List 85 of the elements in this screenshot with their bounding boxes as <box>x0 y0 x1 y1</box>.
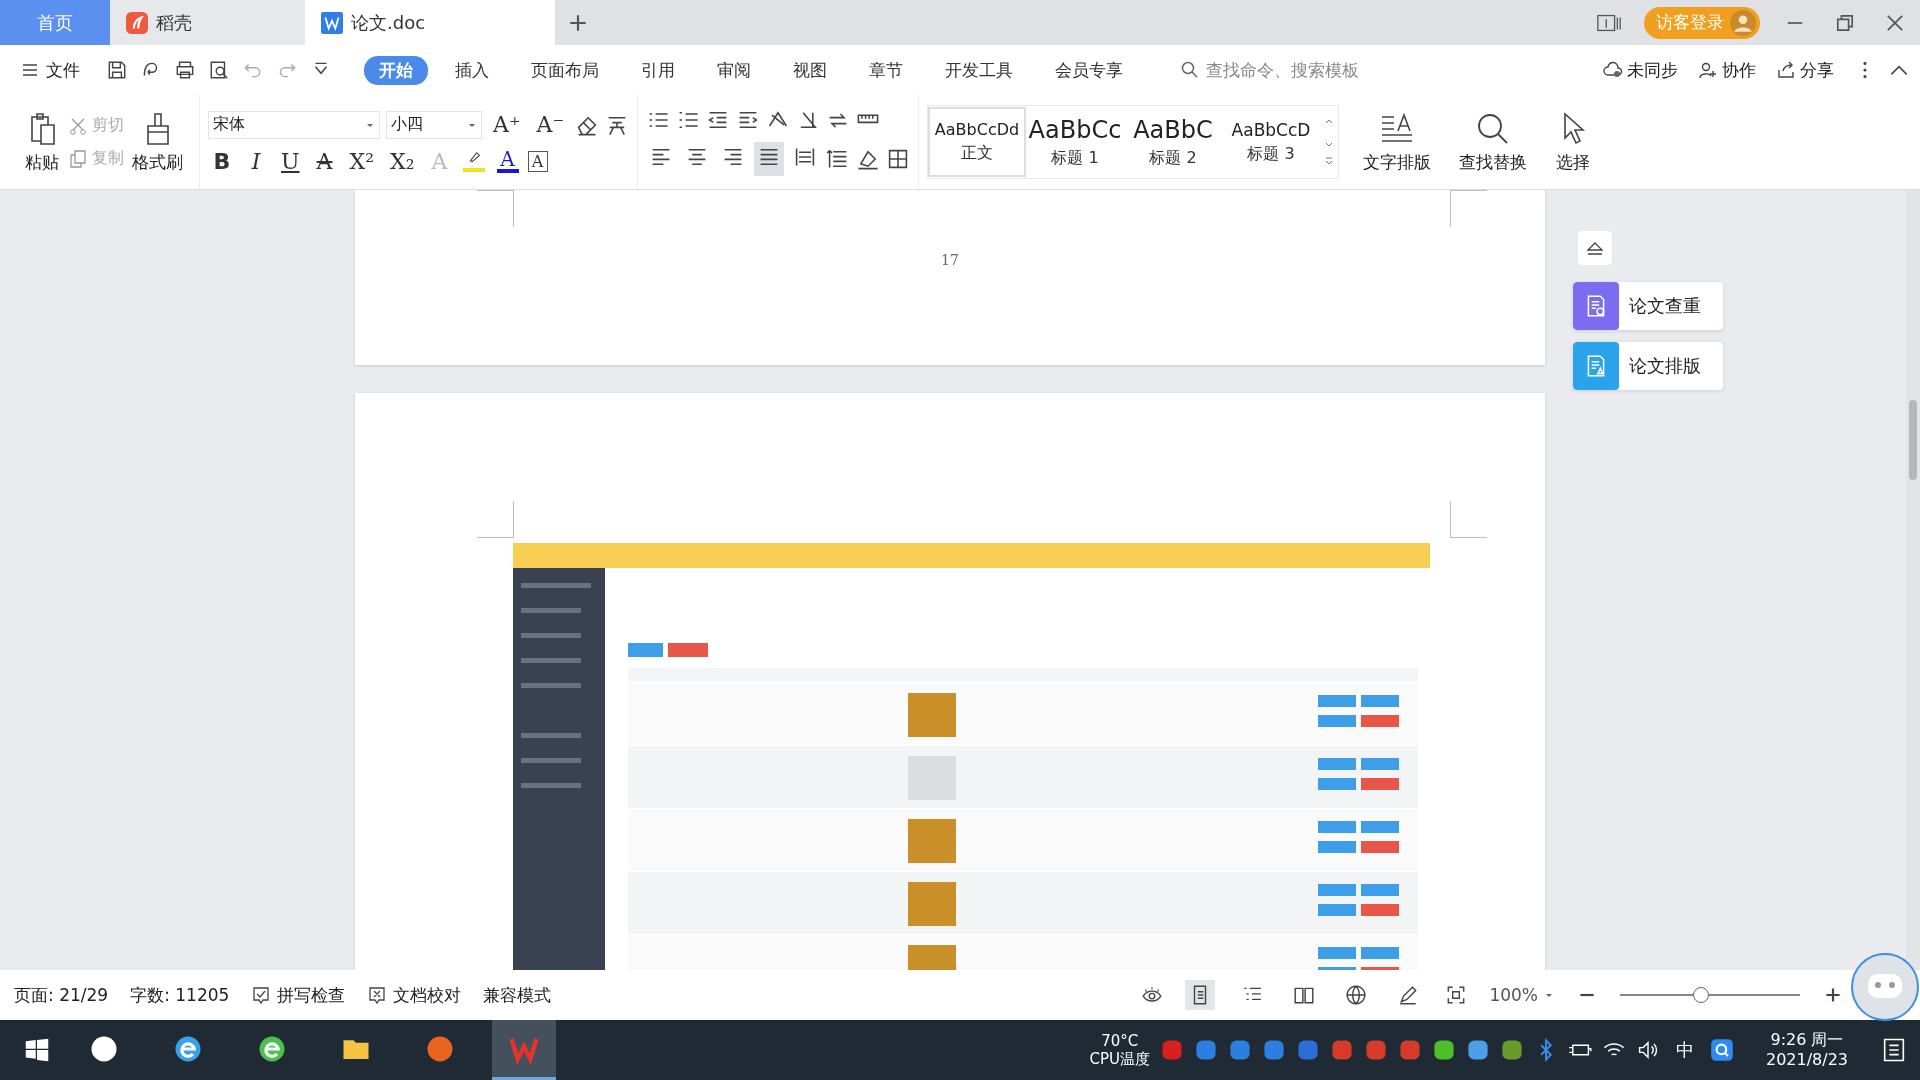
document-tab[interactable]: 稻壳 <box>110 0 305 45</box>
font-size-dropdown[interactable]: 小四 <box>386 110 482 139</box>
ribbon-tab[interactable]: 章节 <box>854 55 918 85</box>
search-icon <box>1180 60 1200 80</box>
tray-app-icon[interactable] <box>1397 1038 1422 1062</box>
print-preview-icon[interactable] <box>208 59 230 81</box>
margin-corner-mark <box>1450 501 1487 538</box>
checkbox-icon <box>251 985 272 1005</box>
user-plus-icon <box>1698 60 1718 80</box>
tray-app-icon[interactable] <box>1431 1038 1456 1062</box>
tray-app-icon[interactable] <box>1159 1038 1184 1062</box>
ribbon-tool-button[interactable]: 文字排版 <box>1355 110 1439 174</box>
clock[interactable]: 9:26 周一 2021/8/23 <box>1765 1030 1848 1070</box>
input-method-indicator[interactable]: 中 <box>1675 1038 1694 1062</box>
ribbon-tab[interactable]: 审阅 <box>702 55 766 85</box>
toolbar-action[interactable]: 未同步 <box>1603 58 1678 82</box>
tray-app-icon[interactable] <box>1465 1038 1490 1062</box>
tray-app-icon[interactable] <box>1227 1038 1252 1062</box>
format-button[interactable]: X² <box>344 148 380 174</box>
format-button[interactable]: I <box>242 148 270 174</box>
tray-app-icon[interactable] <box>1363 1038 1388 1062</box>
assistant-avatar-icon[interactable] <box>1850 952 1920 1022</box>
font-size-step-button[interactable]: A⁻ <box>531 112 569 137</box>
view-icon <box>1397 984 1420 1006</box>
ribbon-tab[interactable]: 会员专享 <box>1040 55 1138 85</box>
view-mode-button[interactable] <box>1185 980 1216 1010</box>
margin-corner-mark <box>1450 190 1487 227</box>
page-number: 17 <box>940 252 960 268</box>
side-tool-button[interactable]: 论文排版 <box>1573 342 1723 390</box>
zoom-dropdown[interactable]: 100% <box>1489 985 1554 1005</box>
tray-app-icon[interactable] <box>1329 1038 1354 1062</box>
w-logo-icon <box>321 11 343 34</box>
copy-icon <box>68 148 88 169</box>
ribbon-tab[interactable]: 插入 <box>440 55 504 85</box>
cpu-temperature[interactable]: 70°C CPU温度 <box>1089 1032 1150 1068</box>
spell-check-button[interactable]: 拼写检查 <box>251 983 346 1007</box>
tray-app-icon[interactable] <box>1499 1038 1524 1062</box>
margin-corner-mark <box>477 501 514 538</box>
word-count[interactable]: 字数: 11205 <box>130 983 230 1007</box>
eject-icon[interactable] <box>1577 230 1613 266</box>
format-button[interactable]: A <box>310 148 339 174</box>
tray-app-icon[interactable] <box>1261 1038 1286 1062</box>
side-tool-button[interactable]: 论文查重 <box>1573 282 1723 330</box>
cross-box-icon <box>367 985 388 1005</box>
cloud-icon <box>1603 60 1623 80</box>
scrollbar-thumb[interactable] <box>1909 400 1917 480</box>
proofread-button[interactable]: 文档校对 <box>367 983 462 1007</box>
align-button[interactable] <box>754 142 784 176</box>
color-button[interactable]: A <box>493 149 522 173</box>
style-option[interactable]: AaBbC 标题 2 <box>1124 107 1222 177</box>
format-button[interactable]: X₂ <box>385 148 420 174</box>
format-painter-button[interactable]: 格式刷 <box>124 110 191 174</box>
tray-app-icon[interactable] <box>1193 1038 1218 1062</box>
style-option[interactable]: AaBbCc 标题 1 <box>1026 107 1124 177</box>
save-icon[interactable] <box>106 59 128 81</box>
document-tab[interactable]: 论文.doc <box>305 0 555 45</box>
ribbon-tab[interactable]: 引用 <box>626 55 690 85</box>
leaf-icon <box>126 11 148 34</box>
print-icon[interactable] <box>174 59 196 81</box>
ribbon-tool-button[interactable]: 选择 <box>1547 110 1599 174</box>
format-button[interactable]: U <box>276 148 305 174</box>
style-option[interactable]: AaBbCcD 标题 3 <box>1222 107 1320 177</box>
share-icon <box>1776 60 1796 80</box>
margin-corner-mark <box>477 190 514 227</box>
tray-app-icon[interactable] <box>1295 1038 1320 1062</box>
font-name-dropdown[interactable]: 宋体 <box>208 110 380 139</box>
format-button[interactable]: B <box>208 148 236 174</box>
character-border-button[interactable]: A <box>527 150 548 172</box>
ribbon-tab[interactable]: 页面布局 <box>516 55 614 85</box>
paste-button[interactable]: 粘贴 <box>16 110 68 174</box>
style-option[interactable]: AaBbCcDd 正文 <box>928 107 1026 177</box>
view-icon <box>1345 984 1368 1006</box>
page-indicator[interactable]: 页面: 21/29 <box>14 983 109 1007</box>
ribbon-tab[interactable]: 视图 <box>778 55 842 85</box>
ribbon-tab[interactable]: 开发工具 <box>930 55 1028 85</box>
search-app-icon[interactable] <box>1709 1038 1734 1062</box>
toolbar-action[interactable]: 协作 <box>1698 58 1756 82</box>
file-menu[interactable]: 文件 <box>20 58 80 82</box>
font-size-step-button[interactable]: A⁺ <box>488 112 526 137</box>
compatibility-mode: 兼容模式 <box>483 983 552 1007</box>
paragraph-tool-icon[interactable] <box>886 147 910 171</box>
gallery-scroll-icon[interactable] <box>1324 117 1334 167</box>
toolbar-action[interactable]: 分享 <box>1776 58 1834 82</box>
avatar-icon <box>1730 9 1756 36</box>
ribbon-tool-button[interactable]: 查找替换 <box>1451 110 1535 174</box>
